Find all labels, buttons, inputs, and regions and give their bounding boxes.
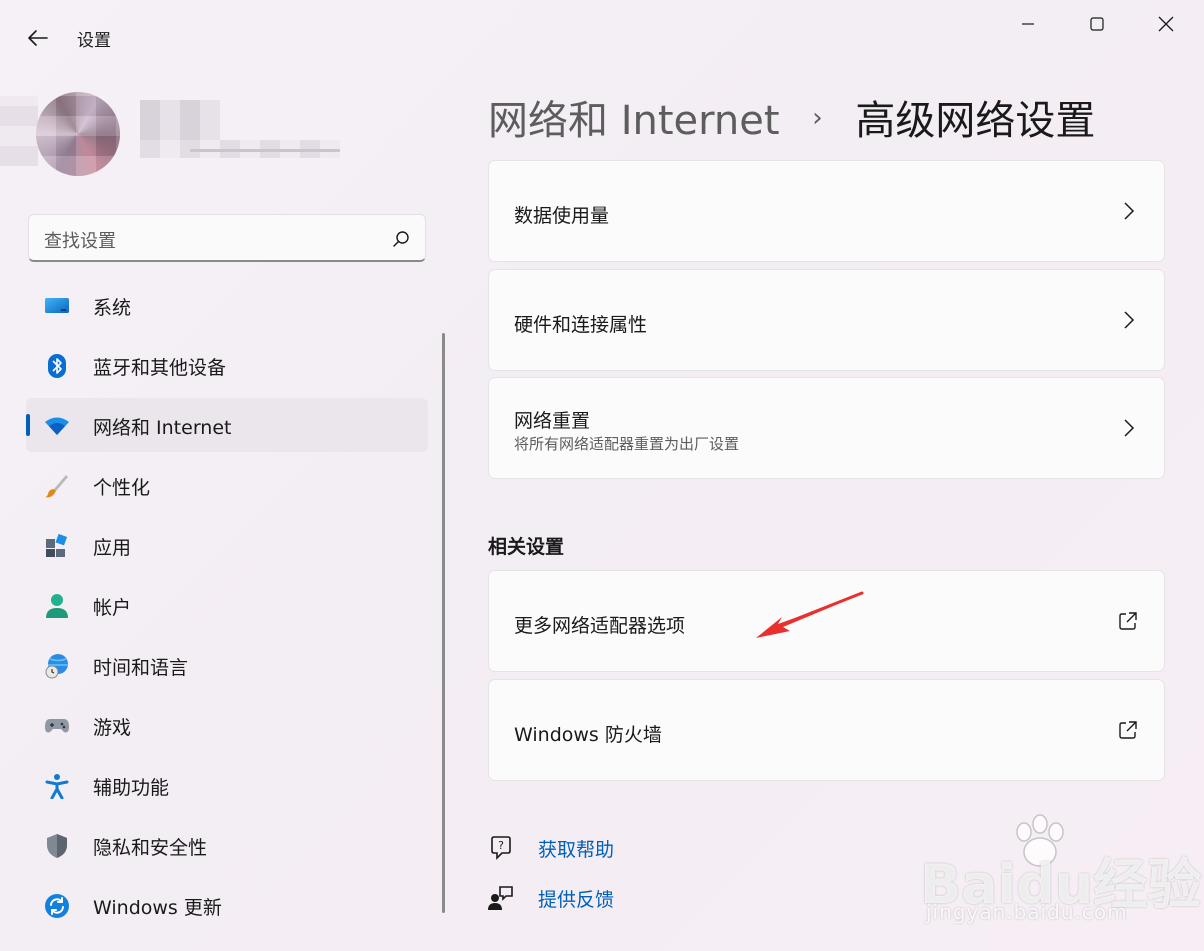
card-subtitle: 将所有网络适配器重置为出厂设置 xyxy=(514,435,740,453)
close-icon xyxy=(1158,16,1174,32)
sidebar-item-label: 隐私和安全性 xyxy=(93,837,208,859)
sidebar-item-windows-update[interactable]: Windows 更新 xyxy=(26,878,428,932)
windows-firewall-card[interactable]: Windows 防火墙 xyxy=(488,679,1165,781)
sidebar-item-label: 系统 xyxy=(93,297,132,319)
shield-icon xyxy=(44,833,70,859)
sidebar-item-system[interactable]: 系统 xyxy=(26,278,428,332)
hardware-properties-card[interactable]: 硬件和连接属性 xyxy=(488,269,1165,371)
back-button[interactable] xyxy=(22,22,54,54)
data-usage-card[interactable]: 数据使用量 xyxy=(488,160,1165,262)
gamepad-icon xyxy=(44,713,70,739)
pixelated-region xyxy=(0,96,38,166)
breadcrumb: 网络和 Internet › 高级网络设置 xyxy=(488,88,1095,146)
external-link-icon xyxy=(1119,721,1137,739)
sidebar-item-privacy[interactable]: 隐私和安全性 xyxy=(26,818,428,872)
user-avatar[interactable] xyxy=(36,92,120,176)
accessibility-icon xyxy=(44,773,70,799)
brush-icon xyxy=(44,473,70,499)
sidebar-item-bluetooth[interactable]: 蓝牙和其他设备 xyxy=(26,338,428,392)
maximize-button[interactable] xyxy=(1069,4,1125,44)
sidebar-item-time-language[interactable]: 时间和语言 xyxy=(26,638,428,692)
settings-window: 设置 查找设置 系统 蓝牙和其他设备 网络和 Internet 个性化 应用 帐… xyxy=(0,0,1204,951)
sidebar-scrollbar[interactable] xyxy=(442,333,445,913)
app-title: 设置 xyxy=(77,31,111,51)
minimize-icon xyxy=(1022,23,1034,25)
selection-indicator xyxy=(26,414,30,436)
user-name-pixelated xyxy=(140,100,220,140)
breadcrumb-separator: › xyxy=(812,103,823,133)
feedback-link[interactable]: 提供反馈 xyxy=(538,885,614,912)
chevron-right-icon xyxy=(1124,202,1135,220)
sidebar-nav: 系统 蓝牙和其他设备 网络和 Internet 个性化 应用 帐户 时间和语言 … xyxy=(26,278,428,938)
apps-icon xyxy=(44,533,70,559)
card-title: 更多网络适配器选项 xyxy=(514,615,686,637)
sidebar-item-label: 帐户 xyxy=(93,597,132,619)
globe-clock-icon xyxy=(44,653,70,679)
sidebar-item-accounts[interactable]: 帐户 xyxy=(26,578,428,632)
help-chat-icon: ? xyxy=(491,836,511,860)
card-title: Windows 防火墙 xyxy=(514,724,662,746)
sidebar-item-label: 网络和 Internet xyxy=(93,417,232,439)
wifi-icon xyxy=(44,413,70,439)
close-button[interactable] xyxy=(1138,4,1194,44)
sidebar-item-label: 个性化 xyxy=(93,477,151,499)
watermark-subtext: jingyan.baidu.com xyxy=(926,900,1128,924)
chevron-right-icon xyxy=(1124,311,1135,329)
card-title: 硬件和连接属性 xyxy=(514,314,648,336)
breadcrumb-parent[interactable]: 网络和 Internet xyxy=(488,98,780,144)
sidebar-item-label: 时间和语言 xyxy=(93,657,189,679)
minimize-button[interactable] xyxy=(1000,4,1056,44)
svg-text:?: ? xyxy=(498,839,504,852)
sidebar-item-label: 辅助功能 xyxy=(93,777,170,799)
related-settings-heading: 相关设置 xyxy=(488,536,565,558)
card-title: 网络重置 xyxy=(514,410,591,432)
search-input[interactable]: 查找设置 xyxy=(28,214,426,262)
get-help-link[interactable]: 获取帮助 xyxy=(538,835,614,862)
sidebar-item-network[interactable]: 网络和 Internet xyxy=(26,398,428,452)
feedback-icon xyxy=(488,886,513,910)
page-title: 高级网络设置 xyxy=(855,98,1096,144)
sidebar-item-label: Windows 更新 xyxy=(93,897,222,919)
maximize-icon xyxy=(1090,17,1104,31)
user-email-pixelated xyxy=(140,140,340,158)
search-icon[interactable] xyxy=(391,229,411,249)
external-link-icon xyxy=(1119,612,1137,630)
update-icon xyxy=(44,893,70,919)
arrow-left-icon xyxy=(28,30,48,46)
search-placeholder: 查找设置 xyxy=(44,231,116,252)
sidebar-item-accessibility[interactable]: 辅助功能 xyxy=(26,758,428,812)
card-title: 数据使用量 xyxy=(514,205,610,227)
sidebar-item-label: 蓝牙和其他设备 xyxy=(93,357,227,379)
more-adapter-options-card[interactable]: 更多网络适配器选项 xyxy=(488,570,1165,672)
sidebar-item-label: 应用 xyxy=(93,537,132,559)
baidu-watermark: Baidu经验 jingyan.baidu.com xyxy=(920,814,1201,930)
person-icon xyxy=(44,593,70,619)
sidebar-item-gaming[interactable]: 游戏 xyxy=(26,698,428,752)
chevron-right-icon xyxy=(1124,419,1135,437)
system-icon xyxy=(44,293,70,319)
network-reset-card[interactable]: 网络重置 将所有网络适配器重置为出厂设置 xyxy=(488,377,1165,479)
sidebar-item-personalization[interactable]: 个性化 xyxy=(26,458,428,512)
sidebar-item-label: 游戏 xyxy=(93,717,132,739)
sidebar-item-apps[interactable]: 应用 xyxy=(26,518,428,572)
bluetooth-icon xyxy=(44,353,70,379)
